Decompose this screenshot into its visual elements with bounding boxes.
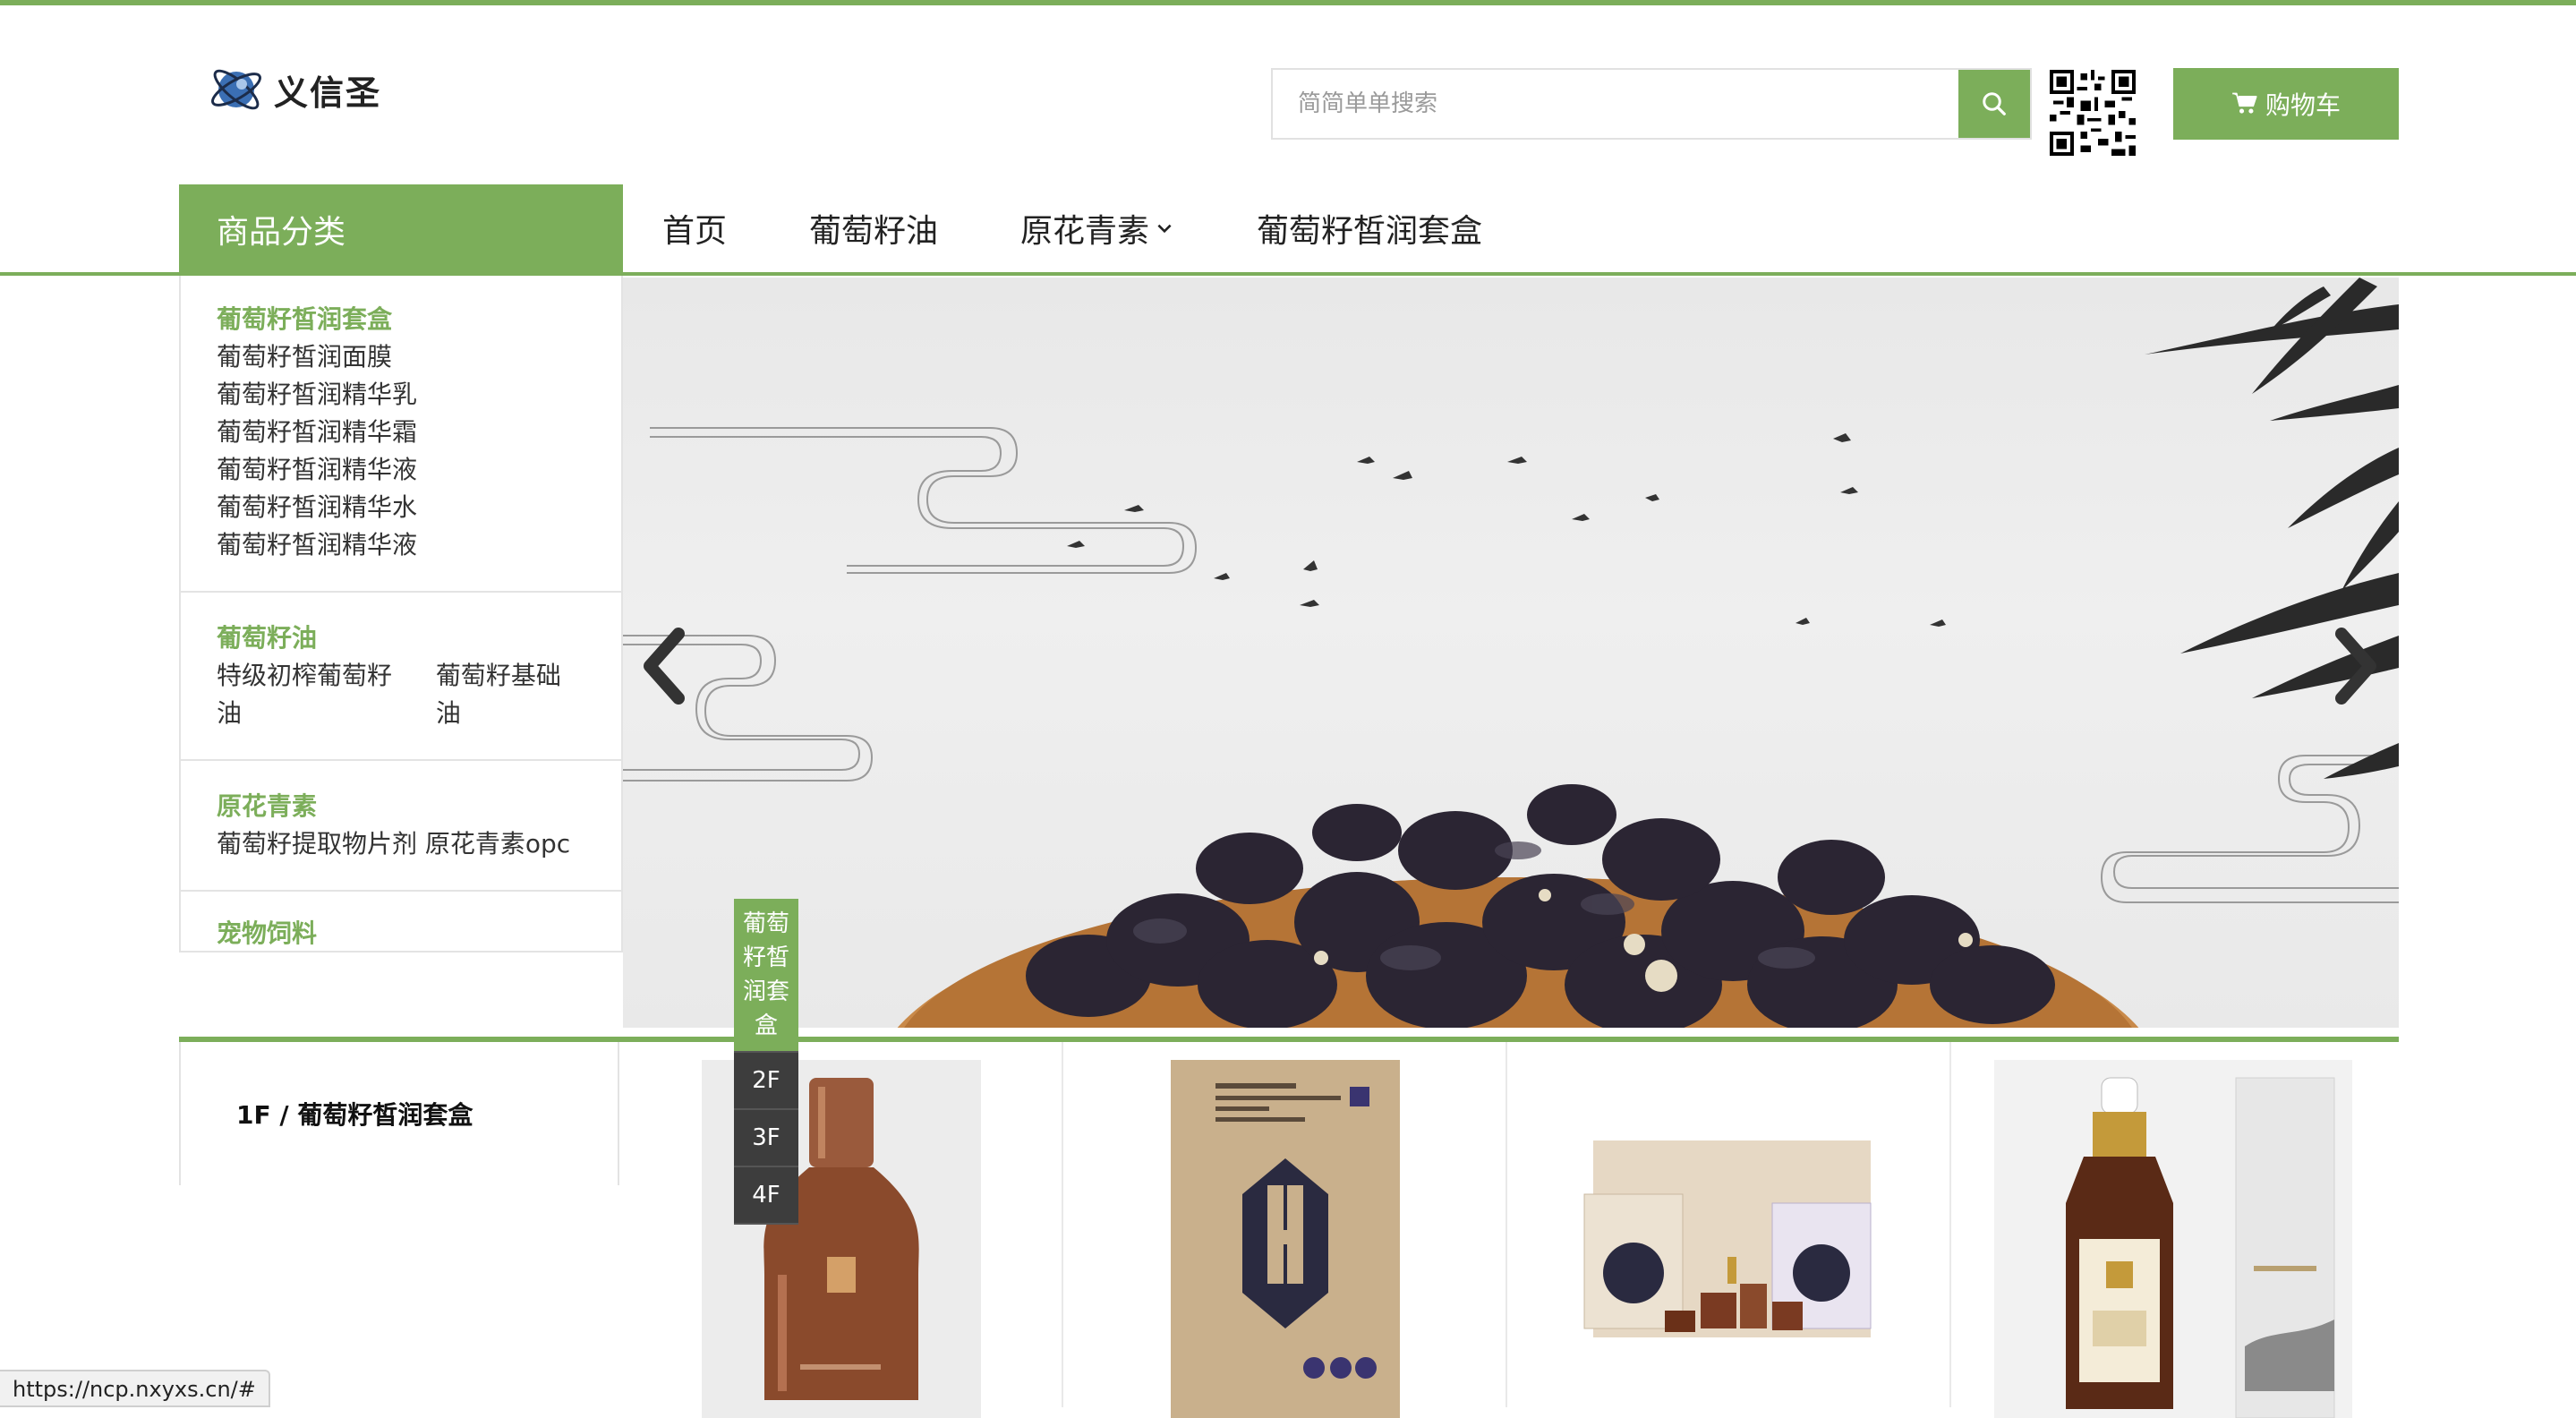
category-link[interactable]: 葡萄籽皙润面膜 xyxy=(217,338,585,376)
nav-item-label: 葡萄籽油 xyxy=(809,213,939,250)
cart-button[interactable]: 购物车 xyxy=(2173,68,2399,140)
category-title[interactable]: 葡萄籽油 xyxy=(217,619,585,657)
search-button[interactable] xyxy=(1958,70,2030,138)
site-logo[interactable]: 义信圣 xyxy=(208,61,381,118)
search-icon xyxy=(1983,92,2006,115)
category-title[interactable]: 宠物饲料 xyxy=(217,915,585,952)
search-input[interactable] xyxy=(1273,70,1958,138)
floor-tab-label: 籽皙 xyxy=(743,944,790,971)
chevron-down-icon xyxy=(1157,224,1172,234)
product-image xyxy=(1171,1060,1400,1418)
floor-tab-label: 盒 xyxy=(754,1012,778,1039)
hero-banner[interactable] xyxy=(623,278,2399,1028)
product-card[interactable] xyxy=(619,1042,1063,1418)
floor-tab-3f[interactable]: 3F xyxy=(734,1110,798,1167)
category-group: 葡萄籽油 特级初榨葡萄籽油 葡萄籽基础油 xyxy=(181,593,621,761)
main-nav: 首页 葡萄籽油 原花青素 葡萄籽皙润套盒 xyxy=(662,184,1565,272)
product-card[interactable] xyxy=(1507,1042,1951,1418)
nav-item-grape-seed-oil[interactable]: 葡萄籽油 xyxy=(809,205,938,252)
category-link[interactable]: 葡萄籽皙润精华液 xyxy=(217,451,585,489)
brand-name: 义信圣 xyxy=(274,73,382,113)
floor-tab-2f[interactable]: 2F xyxy=(734,1053,798,1110)
nav-item-label: 原花青素 xyxy=(1020,213,1150,250)
top-accent-bar xyxy=(0,0,2576,5)
banner-prev-arrow-icon[interactable] xyxy=(635,627,689,707)
product-image xyxy=(1548,1060,1906,1418)
cart-icon xyxy=(2232,92,2257,114)
floor-tab-4f[interactable]: 4F xyxy=(734,1167,798,1225)
category-link[interactable]: 葡萄籽皙润精华液 xyxy=(217,526,585,564)
status-bar-url: https://ncp.nxyxs.cn/# xyxy=(0,1370,270,1407)
product-card[interactable] xyxy=(1063,1042,1507,1418)
category-link[interactable]: 特级初榨葡萄籽油 xyxy=(217,657,416,732)
floor-tab-label: 润套 xyxy=(743,978,790,1005)
category-title[interactable]: 原花青素 xyxy=(217,788,585,825)
floor-title: 1F / 葡萄籽皙润套盒 xyxy=(179,1042,619,1185)
product-card[interactable] xyxy=(1951,1042,2399,1418)
nav-item-proanthocyanidins[interactable]: 原花青素 xyxy=(1020,205,1174,252)
category-link[interactable]: 葡萄籽皙润精华霜 xyxy=(217,414,585,451)
category-link-row: 特级初榨葡萄籽油 葡萄籽基础油 xyxy=(217,657,585,732)
category-panel: 葡萄籽皙润套盒 葡萄籽皙润面膜 葡萄籽皙润精华乳 葡萄籽皙润精华霜 葡萄籽皙润精… xyxy=(179,276,623,952)
banner-artwork xyxy=(623,278,2399,1028)
floor-tab-1f[interactable]: 葡萄 籽皙 润套 盒 xyxy=(734,899,798,1053)
category-group: 葡萄籽皙润套盒 葡萄籽皙润面膜 葡萄籽皙润精华乳 葡萄籽皙润精华霜 葡萄籽皙润精… xyxy=(181,276,621,593)
category-group: 原花青素 葡萄籽提取物片剂 原花青素opc xyxy=(181,761,621,892)
category-link[interactable]: 葡萄籽皙润精华水 xyxy=(217,489,585,526)
nav-item-home[interactable]: 首页 xyxy=(662,205,727,252)
nav-item-label: 葡萄籽皙润套盒 xyxy=(1257,213,1483,250)
category-link[interactable]: 葡萄籽基础油 xyxy=(436,657,585,732)
product-image xyxy=(1994,1060,2352,1418)
category-link[interactable]: 葡萄籽提取物片剂 原花青素opc xyxy=(217,825,585,863)
category-group: 宠物饲料 xyxy=(181,892,621,979)
qr-code-image xyxy=(2050,70,2136,156)
nav-item-label: 首页 xyxy=(662,213,728,250)
floor-tab-label: 葡萄 xyxy=(743,910,790,937)
category-link[interactable]: 葡萄籽皙润精华乳 xyxy=(217,376,585,414)
search-bar xyxy=(1271,68,2032,140)
category-header[interactable]: 商品分类 xyxy=(179,184,623,274)
logo-globe-icon xyxy=(211,69,261,110)
nav-item-gift-set[interactable]: 葡萄籽皙润套盒 xyxy=(1257,205,1482,252)
floor-nav: 葡萄 籽皙 润套 盒 2F 3F 4F xyxy=(734,899,798,1225)
cart-label: 购物车 xyxy=(2265,90,2341,120)
banner-next-arrow-icon[interactable] xyxy=(2331,627,2384,707)
category-title[interactable]: 葡萄籽皙润套盒 xyxy=(217,301,585,338)
